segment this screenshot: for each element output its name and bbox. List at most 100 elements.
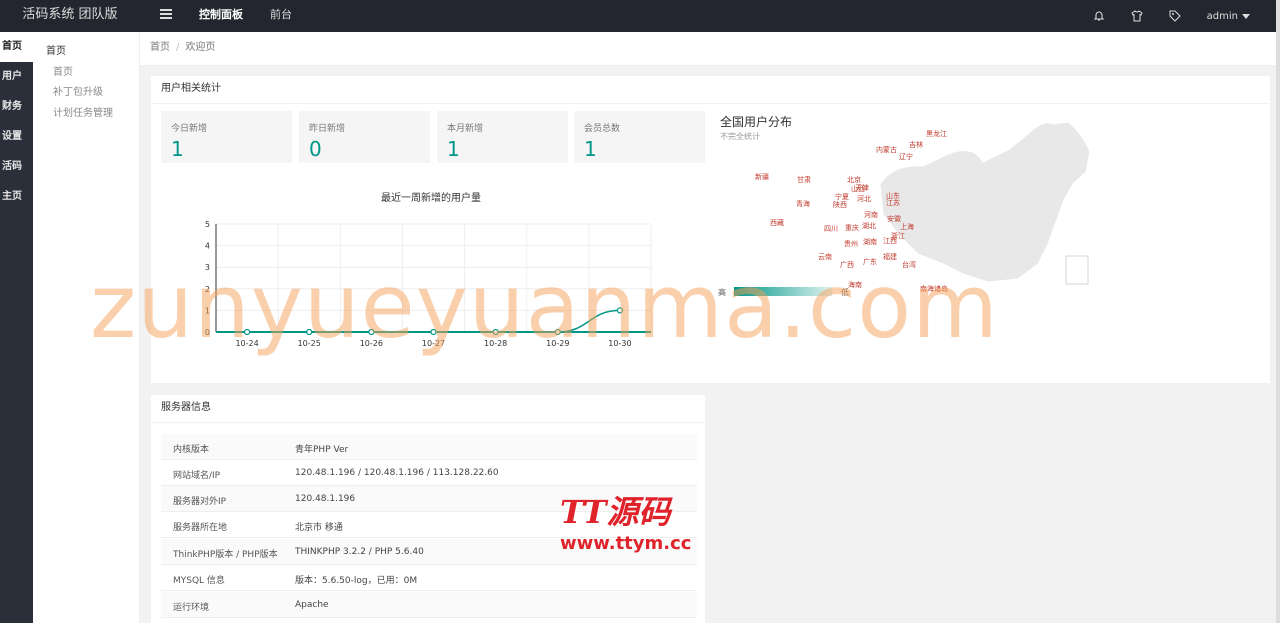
rail-item-live-code[interactable]: 活码 <box>0 152 33 182</box>
map-province-label[interactable]: 湖北 <box>862 221 876 231</box>
stat-label: 会员总数 <box>584 124 621 134</box>
top-nav-frontend[interactable]: 前台 <box>270 0 292 32</box>
sub-sidebar: 首页 首页 补丁包升级 计划任务管理 <box>33 32 140 623</box>
map-province-label[interactable]: 陕西 <box>833 200 847 210</box>
y-tick-label: 0 <box>205 328 210 337</box>
stat-total-members: 会员总数 1 <box>574 111 705 163</box>
x-tick-label: 10-30 <box>608 339 631 348</box>
info-key: 内核版本 <box>173 445 210 455</box>
chevron-down-icon <box>1242 13 1250 19</box>
stamp-url: www.ttym.cc <box>560 533 692 554</box>
data-point <box>616 307 624 314</box>
page-scrollbar[interactable] <box>1276 0 1280 623</box>
app-brand[interactable]: 活码系统 团队版 <box>0 0 140 32</box>
map-province-label[interactable]: 台湾 <box>902 260 916 270</box>
map-province-label[interactable]: 辽宁 <box>899 152 913 162</box>
china-map[interactable] <box>868 114 1108 304</box>
y-tick-label: 4 <box>205 242 210 251</box>
map-province-label[interactable]: 内蒙古 <box>876 145 897 155</box>
map-province-label[interactable]: 江西 <box>883 236 897 246</box>
map-province-label[interactable]: 黑龙江 <box>926 129 947 139</box>
card-title: 服务器信息 <box>151 395 705 423</box>
map-province-label[interactable]: 广东 <box>863 257 877 267</box>
top-bar: 活码系统 团队版 控制面板 前台 admin <box>0 0 1276 32</box>
stat-this-month: 本月新增 1 <box>437 111 568 163</box>
top-nav-dashboard[interactable]: 控制面板 <box>199 0 243 32</box>
sub-sidebar-heading[interactable]: 首页 <box>46 42 66 57</box>
map-province-label[interactable]: 甘肃 <box>797 175 811 185</box>
data-point <box>430 328 437 336</box>
stat-label: 本月新增 <box>447 124 484 134</box>
sub-sidebar-item-home[interactable]: 首页 <box>53 63 73 78</box>
y-tick-label: 5 <box>205 220 210 229</box>
map-province-label[interactable]: 西藏 <box>770 218 784 228</box>
map-province-label[interactable]: 广西 <box>840 260 854 270</box>
info-row: MYSQL 信息 版本：5.6.50-log，已用：0M <box>161 565 697 591</box>
map-province-label[interactable]: 青海 <box>796 199 810 209</box>
info-value: Apache <box>295 600 329 610</box>
map-legend-high: 高 <box>718 288 726 297</box>
stat-value: 1 <box>584 137 597 161</box>
stat-value: 1 <box>447 137 460 161</box>
top-nav: 控制面板 前台 <box>199 0 319 32</box>
data-point <box>554 328 561 336</box>
map-province-label[interactable]: 南海诸岛 <box>920 284 948 294</box>
user-menu[interactable]: admin <box>1207 11 1250 22</box>
stat-today: 今日新增 1 <box>161 111 292 163</box>
info-value: 北京市 移通 <box>295 523 343 533</box>
x-tick-label: 10-25 <box>298 339 321 348</box>
x-tick-label: 10-24 <box>235 339 258 348</box>
series-line <box>247 309 620 333</box>
stat-value: 1 <box>171 137 184 161</box>
x-tick-label: 10-26 <box>360 339 383 348</box>
breadcrumb-home[interactable]: 首页 <box>150 42 170 53</box>
theme-shirt-icon[interactable] <box>1131 10 1143 22</box>
info-key: 服务器对外IP <box>173 497 227 507</box>
y-tick-label: 1 <box>205 306 210 315</box>
data-point <box>368 328 375 336</box>
map-subtitle: 不完全统计 <box>720 132 760 141</box>
map-province-label[interactable]: 吉林 <box>909 140 923 150</box>
info-key: 网站域名/IP <box>173 471 221 481</box>
bell-icon[interactable] <box>1093 10 1105 22</box>
card-title: 用户相关统计 <box>151 76 1270 104</box>
map-province-label[interactable]: 江苏 <box>886 198 900 208</box>
info-value: 120.48.1.196 <box>295 494 356 504</box>
rail-item-home[interactable]: 首页 <box>0 32 33 62</box>
map-province-label[interactable]: 福建 <box>883 252 897 262</box>
tag-icon[interactable] <box>1169 10 1181 22</box>
data-point <box>306 328 313 336</box>
rail-item-homepage[interactable]: 主页 <box>0 182 33 212</box>
menu-toggle-icon[interactable] <box>160 9 172 21</box>
line-chart: 0 1 2 3 4 5 10-24 10-25 10-26 10-27 10-28 10-29 10-3… <box>205 220 652 348</box>
info-value: THINKPHP 3.2.2 / PHP 5.6.40 <box>295 547 424 557</box>
sub-sidebar-item-scheduled-tasks[interactable]: 计划任务管理 <box>53 104 113 119</box>
rail-item-settings[interactable]: 设置 <box>0 122 33 152</box>
map-province-label[interactable]: 海南 <box>848 280 862 290</box>
info-value: 青年PHP Ver <box>295 445 349 455</box>
map-province-label[interactable]: 重庆 <box>845 223 859 233</box>
sub-sidebar-item-patch-upgrade[interactable]: 补丁包升级 <box>53 83 103 98</box>
stat-value: 0 <box>309 137 322 161</box>
stat-label: 昨日新增 <box>309 124 346 134</box>
rail-item-finance[interactable]: 财务 <box>0 92 33 122</box>
info-row: 内核版本 青年PHP Ver <box>161 434 697 460</box>
map-province-label[interactable]: 贵州 <box>844 239 858 249</box>
watermark-stamp: TT源码 www.ttym.cc <box>560 487 691 554</box>
map-province-label[interactable]: 四川 <box>824 224 838 234</box>
map-province-label[interactable]: 天津 <box>855 183 869 193</box>
info-row: 运行环境 Apache <box>161 592 697 618</box>
info-value: 版本：5.6.50-log，已用：0M <box>295 576 418 586</box>
map-province-label[interactable]: 河北 <box>857 194 871 204</box>
y-tick-label: 3 <box>205 263 210 272</box>
rail-item-users[interactable]: 用户 <box>0 62 33 92</box>
map-province-label[interactable]: 云南 <box>818 252 832 262</box>
x-tick-label: 10-28 <box>484 339 507 348</box>
map-province-label[interactable]: 湖南 <box>863 237 877 247</box>
stamp-logo: TT源码 <box>560 493 671 531</box>
main-rail: 首页 用户 财务 设置 活码 主页 <box>0 32 33 623</box>
map-province-label[interactable]: 河南 <box>864 210 878 220</box>
breadcrumb: 首页 / 欢迎页 <box>140 32 1276 66</box>
map-province-label[interactable]: 新疆 <box>755 172 769 182</box>
map-province-label[interactable]: 安徽 <box>887 214 901 224</box>
